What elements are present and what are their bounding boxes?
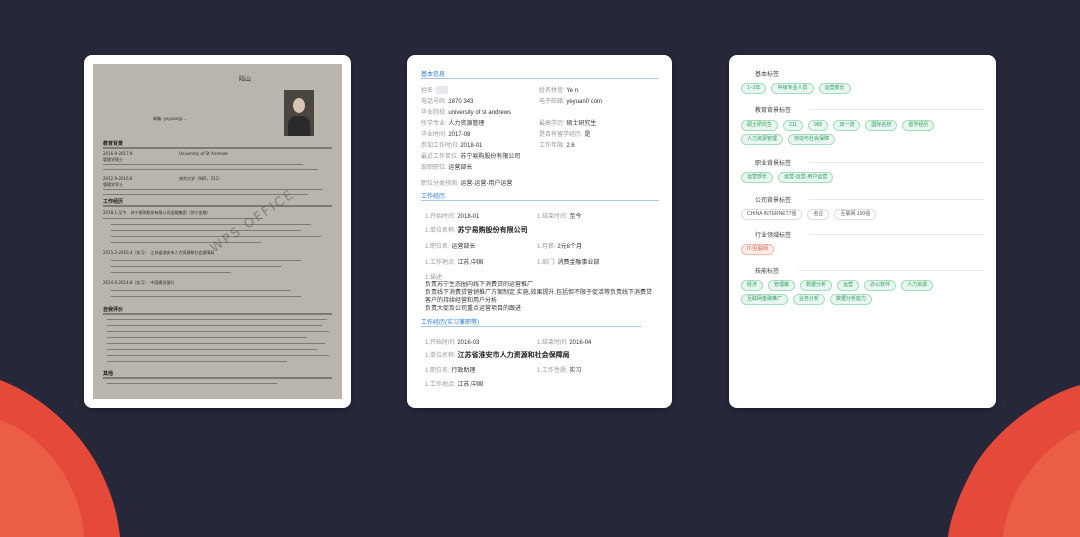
- basic-tags-title: 基本标签: [755, 72, 780, 78]
- intern-company: 1.单位名称: 江苏省淮安市人力资源和社会保障局: [425, 352, 570, 359]
- scan-work3: 2014.6-2014.8（实习） 中国建设银行: [103, 280, 175, 285]
- career-tag: 运营部长: [741, 172, 774, 183]
- field-degree: 最高学历: 硕士研究生: [539, 121, 597, 127]
- scan-edu1-major: 管理学硕士: [103, 157, 123, 162]
- field-work-years: 工作年限: 2.6: [539, 143, 575, 149]
- field-school: 毕业院校: university of st andrews: [421, 110, 512, 116]
- skill-tag: 业务分析: [793, 294, 826, 305]
- intern-start: 1.开始时间: 2016-03: [425, 340, 480, 346]
- skill-tag: 经济: [741, 280, 764, 291]
- skill-tag: 人力资源: [901, 280, 934, 291]
- field-graduation: 毕业时间: 2017-08: [421, 132, 471, 138]
- basic-tag: 中级专业人员: [771, 83, 814, 94]
- career-tags: 运营部长 运营-运营-用户运营: [741, 172, 981, 183]
- signature: 陆山: [239, 76, 252, 83]
- edu-tag: 211: [783, 120, 803, 131]
- field-name: 姓名:: [421, 85, 449, 95]
- scan-work2: 2015.2-2016.4（实习） 江苏省淮安市人力资源和社会保障局: [103, 250, 215, 255]
- skill-tags-title: 技能标签: [755, 269, 780, 275]
- field-work-start: 参加工作时间: 2018-01: [421, 143, 483, 149]
- intern-position: 1.职位名: 行政助理: [425, 368, 476, 374]
- career-tag: 运营-运营-用户运营: [778, 172, 834, 183]
- scan-work1: 2018.1-至今 苏宁易购股份有限公司金融集团（苏宁金融）: [103, 210, 211, 215]
- field-current-position: 现职职位: 运营部长: [421, 165, 473, 171]
- profile-photo: [284, 90, 314, 136]
- work-position: 1.职位名: 运营部长: [425, 244, 476, 250]
- work-company: 1.单位名称: 苏宁易购股份有限公司: [425, 227, 528, 234]
- skill-tag: 数据分析能力: [830, 294, 873, 305]
- edu-tag: 硕士研究生: [741, 120, 779, 131]
- field-email: 电子邮箱: yeyuan0 com: [539, 99, 603, 105]
- work-department: 1.部门: 消费金融事业部: [537, 260, 600, 266]
- field-position-class: 职位分类预测: 运营-运营-用户运营: [421, 181, 513, 187]
- tags-card: 基本标签 1~3年 中级专业人员 运营部长 教育背景标签 硕士研究生 211 985 双一…: [729, 55, 996, 408]
- resume-scan-card: 陆山 邮箱: yeyuan@... 教育背景 2016.9-2017.9 Uni…: [84, 55, 351, 408]
- edu-tags: 硕士研究生 211 985 双一流 国际名校 留学经历人力资源管理 劳动与社会保障: [741, 120, 981, 145]
- edu-tag: 劳动与社会保障: [788, 134, 836, 145]
- scan-edu2-major: 管理学学士: [103, 182, 123, 187]
- edu-tag: 留学经历: [902, 120, 935, 131]
- basic-tag: 运营部长: [818, 83, 851, 94]
- field-overseas: 是否有留学经历: 是: [539, 132, 591, 138]
- work-desc-label: 1.描述:: [425, 275, 444, 281]
- scan-edu-title: 教育背景: [103, 141, 124, 147]
- company-tag: 名企: [807, 209, 830, 220]
- scan-self-title: 自我评价: [103, 307, 124, 313]
- industry-tags-title: 行业领域标签: [755, 233, 792, 239]
- company-tags: CHINA INTERNET7强 名企 互联网 100强: [741, 209, 981, 220]
- intern-end: 1.结束时间: 2016-04: [537, 340, 592, 346]
- skill-tags: 经济 管理策 数据分析 运营 办公软件 人力资源互联网金融推广 业务分析 数据分析能力: [741, 280, 981, 305]
- company-tag: 互联网 100强: [834, 209, 877, 220]
- work-description: 负责苏宁生态圈内线下消费贷的运营推广 负责线下消费贷营销推广方案制定,实施,效果…: [425, 282, 653, 312]
- scan-edu2-school: 南京大学（985、211）: [179, 176, 223, 181]
- work-salary: 1.月薪: 2元6个月: [537, 244, 583, 250]
- career-tags-title: 职业背景标签: [755, 161, 792, 167]
- field-phone: 电话号码: 1870 343: [421, 99, 474, 105]
- industry-tags: IT/互联网: [741, 244, 981, 255]
- edu-tag: 985: [808, 120, 829, 131]
- intern-type: 1.工作性质: 实习: [537, 368, 582, 374]
- work-end: 1.结束时间: 至今: [537, 214, 582, 220]
- scan-edu2-year: 2012.9-2016.6: [103, 176, 133, 181]
- skill-tag: 运营: [837, 280, 860, 291]
- edu-tags-title: 教育背景标签: [755, 108, 792, 114]
- skill-tag: 数据分析: [800, 280, 833, 291]
- basic-tag: 1~3年: [741, 83, 767, 94]
- company-tags-title: 公司背景标签: [755, 198, 792, 204]
- industry-tag: IT/互联网: [741, 244, 774, 255]
- parsed-resume-card: 基本信息 姓名: 姓名拼音: Ye n 电话号码: 1870 343 电子邮箱:…: [407, 55, 672, 408]
- scan-contact: 邮箱: yeyuan@...: [153, 116, 187, 121]
- scan-watermark: WPS OFFICE: [207, 186, 298, 257]
- field-major: 所学专业: 人力资源管理: [421, 121, 485, 127]
- intern-location: 1.工作地点: 江苏,中国: [425, 382, 484, 388]
- internship-title: 工作经历(实习兼职等): [421, 320, 479, 326]
- work-history-title: 工作经历: [421, 194, 446, 200]
- edu-tag: 双一流: [833, 120, 861, 131]
- scan-edu1-year: 2016.9-2017.9: [103, 151, 133, 156]
- field-last-company: 最近工作单位: 苏宁易购股份有限公司: [421, 154, 521, 160]
- scan-edu1-school: University of St Andrews: [179, 151, 229, 156]
- resume-scan-image: 陆山 邮箱: yeyuan@... 教育背景 2016.9-2017.9 Uni…: [93, 64, 342, 399]
- work-location: 1.工作地点: 江苏,中国: [425, 260, 484, 266]
- edu-tag: 国际名校: [865, 120, 898, 131]
- skill-tag: 互联网金融推广: [741, 294, 789, 305]
- company-tag: CHINA INTERNET7强: [741, 209, 803, 220]
- edu-tag: 人力资源管理: [741, 134, 784, 145]
- basic-tags: 1~3年 中级专业人员 运营部长: [741, 83, 981, 94]
- scan-other-title: 其他: [103, 371, 114, 377]
- field-name-pinyin: 姓名拼音: Ye n: [539, 88, 579, 94]
- basic-info-title: 基本信息: [421, 72, 446, 78]
- scan-work-title: 工作经历: [103, 199, 124, 205]
- skill-tag: 管理策: [768, 280, 796, 291]
- skill-tag: 办公软件: [864, 280, 897, 291]
- work-start: 1.开始时间: 2018-01: [425, 214, 480, 220]
